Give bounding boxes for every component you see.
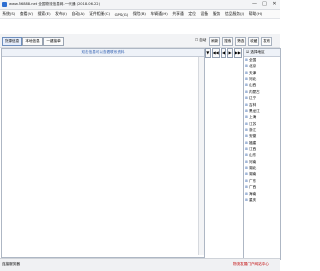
menu-locate[interactable]: 定位 bbox=[186, 11, 198, 17]
app-icon bbox=[2, 2, 7, 7]
menu-vehicle[interactable]: 车辆通(H) bbox=[148, 11, 170, 17]
menu-share[interactable]: 共享通 bbox=[170, 11, 186, 17]
menu-insurance[interactable]: 保险(B) bbox=[130, 11, 148, 17]
tab-local-info[interactable]: 本地信息 bbox=[22, 37, 43, 46]
connection-status: 连接服务器 bbox=[2, 262, 20, 266]
menu-help[interactable]: 帮助(H) bbox=[246, 11, 264, 17]
maximize-button[interactable]: □ bbox=[261, 1, 268, 8]
search-button[interactable]: 搜索 bbox=[222, 37, 234, 46]
menu-gps[interactable]: GPS(G) bbox=[112, 12, 130, 17]
one-click-accept-button[interactable]: 一键接单 bbox=[43, 37, 64, 46]
title-bar: www.56888.net 全国物流信息网-一代通 (2018.06.22) —… bbox=[0, 0, 280, 10]
auto-checkbox[interactable]: ☐ 自动 bbox=[194, 37, 207, 46]
region-panel-header[interactable]: ☑ 选择地区 bbox=[244, 49, 280, 57]
dropdown-icon[interactable]: ▼ bbox=[205, 48, 211, 58]
publish-button[interactable]: 发布 bbox=[261, 37, 273, 46]
list-scrollbar[interactable] bbox=[198, 57, 204, 255]
menu-auto[interactable]: 自动(A) bbox=[69, 11, 87, 17]
tab-cargo-info[interactable]: 货源信息 bbox=[2, 37, 22, 46]
menu-device[interactable]: 设备 bbox=[198, 11, 210, 17]
list-panel-header: 双击信息可以查看联系资料 bbox=[2, 49, 204, 57]
nav-buttons: ▼ ◀◀ ◀ ▶ ▶▶ bbox=[205, 48, 242, 58]
menu-system[interactable]: 系统(S) bbox=[0, 11, 18, 17]
first-page-icon[interactable]: ◀◀ bbox=[211, 48, 220, 58]
info-list-panel[interactable]: 双击信息可以查看联系资料 bbox=[1, 48, 205, 258]
menu-service[interactable]: 服务 bbox=[210, 11, 222, 17]
window-controls: — □ ✕ bbox=[251, 1, 278, 8]
toolbar: 货源信息 本地信息 一键接单 ☐ 自动 刷新 搜索 筛选 收藏 发布 bbox=[0, 34, 280, 48]
region-panel: ☑ 选择地区 ⊞ 全国 ⊞ 北京 ⊞ 天津 ⊞ 河北 ⊞ 山西 ⊞ 内蒙古 ⊞ 辽宁 ⊞ 吉林 … bbox=[243, 48, 281, 260]
status-bar: 连接服务器 物流发展门户网站中心 bbox=[0, 258, 280, 271]
close-button[interactable]: ✕ bbox=[271, 1, 278, 8]
window-title: www.56888.net 全国物流信息网-一代通 (2018.06.22) bbox=[9, 2, 101, 6]
menu-search[interactable]: 搜索(E) bbox=[35, 11, 53, 17]
auto-checkbox-label: 自动 bbox=[199, 38, 207, 42]
menu-view[interactable]: 查看(V) bbox=[18, 11, 36, 17]
filter-button[interactable]: 筛选 bbox=[235, 37, 247, 46]
region-item[interactable]: ⊞ 重庆 bbox=[244, 197, 280, 203]
last-page-icon[interactable]: ▶▶ bbox=[233, 48, 242, 58]
minimize-button[interactable]: — bbox=[251, 1, 258, 8]
footer-link[interactable]: 物流发展门户网站中心 bbox=[233, 262, 269, 267]
menu-bar: 系统(S) 查看(V) 搜索(E) 发布(I) 自动(A) 证件相册(C) GP… bbox=[0, 10, 280, 19]
menu-publish[interactable]: 发布(I) bbox=[53, 11, 69, 17]
next-page-icon[interactable]: ▶ bbox=[227, 48, 233, 58]
menu-info-service[interactable]: 信品服务(J) bbox=[223, 11, 247, 17]
menu-album[interactable]: 证件相册(C) bbox=[87, 11, 112, 17]
prev-page-icon[interactable]: ◀ bbox=[220, 48, 227, 58]
favorite-button[interactable]: 收藏 bbox=[248, 37, 260, 46]
refresh-button[interactable]: 刷新 bbox=[209, 37, 221, 46]
